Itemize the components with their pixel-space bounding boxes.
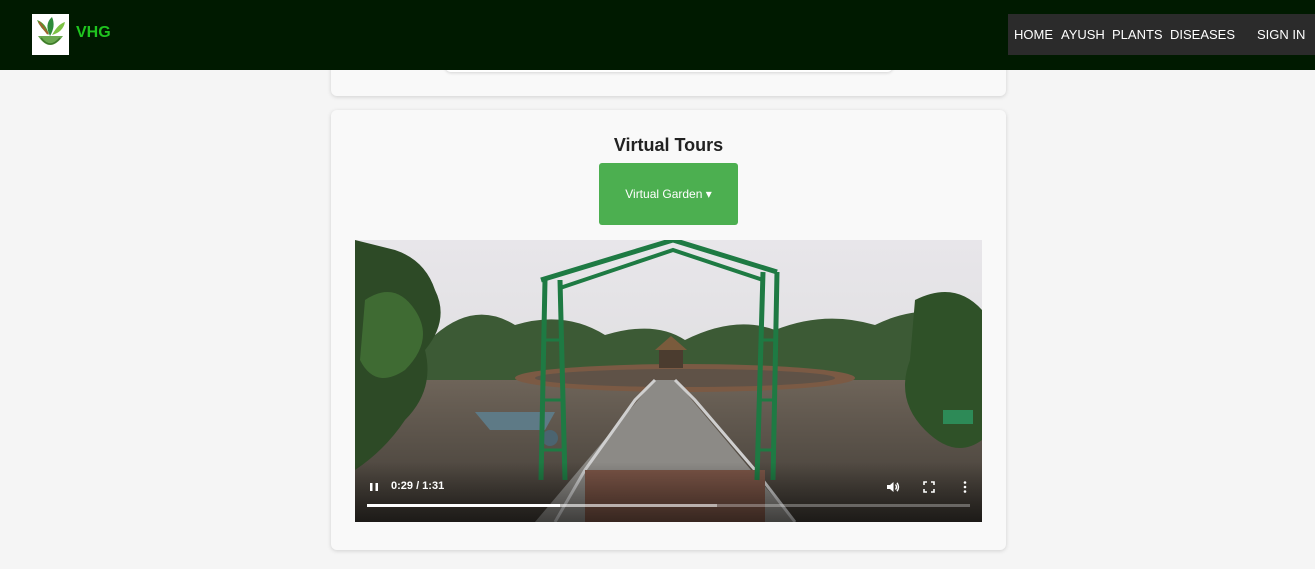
pause-button[interactable] [367, 480, 381, 494]
video-progress-bar[interactable] [367, 504, 970, 507]
top-navbar: VHG HOME AYUSH PLANTS DISEASES SIGN IN [0, 0, 1315, 70]
virtual-tours-card: Virtual Tours Virtual Garden ▾ 0:29 / 1:… [331, 110, 1006, 550]
pause-icon [370, 483, 378, 491]
more-options-button[interactable] [957, 479, 973, 495]
fullscreen-icon [923, 481, 935, 493]
nav-link-home[interactable]: HOME [1014, 27, 1053, 42]
sign-in-link[interactable]: SIGN IN [1257, 27, 1305, 42]
volume-icon [887, 482, 900, 492]
fullscreen-button[interactable] [921, 479, 937, 495]
nav-link-diseases[interactable]: DISEASES [1170, 27, 1235, 42]
video-played-bar [367, 504, 560, 507]
nav-link-plants[interactable]: PLANTS [1112, 27, 1163, 42]
nav-menu: HOME AYUSH PLANTS DISEASES SIGN IN [1008, 14, 1315, 55]
virtual-garden-video[interactable]: 0:29 / 1:31 [355, 240, 982, 522]
video-time-display: 0:29 / 1:31 [391, 480, 445, 492]
vhg-logo[interactable] [32, 14, 69, 55]
virtual-tours-title: Virtual Tours [613, 135, 724, 155]
virtual-garden-dropdown-button[interactable]: Virtual Garden ▾ [599, 163, 738, 225]
leaf-mortar-icon [32, 14, 69, 55]
volume-button[interactable] [885, 479, 901, 495]
nav-link-ayush[interactable]: AYUSH [1061, 27, 1105, 42]
more-vertical-icon [963, 481, 967, 493]
brand-name[interactable]: VHG [76, 24, 111, 42]
